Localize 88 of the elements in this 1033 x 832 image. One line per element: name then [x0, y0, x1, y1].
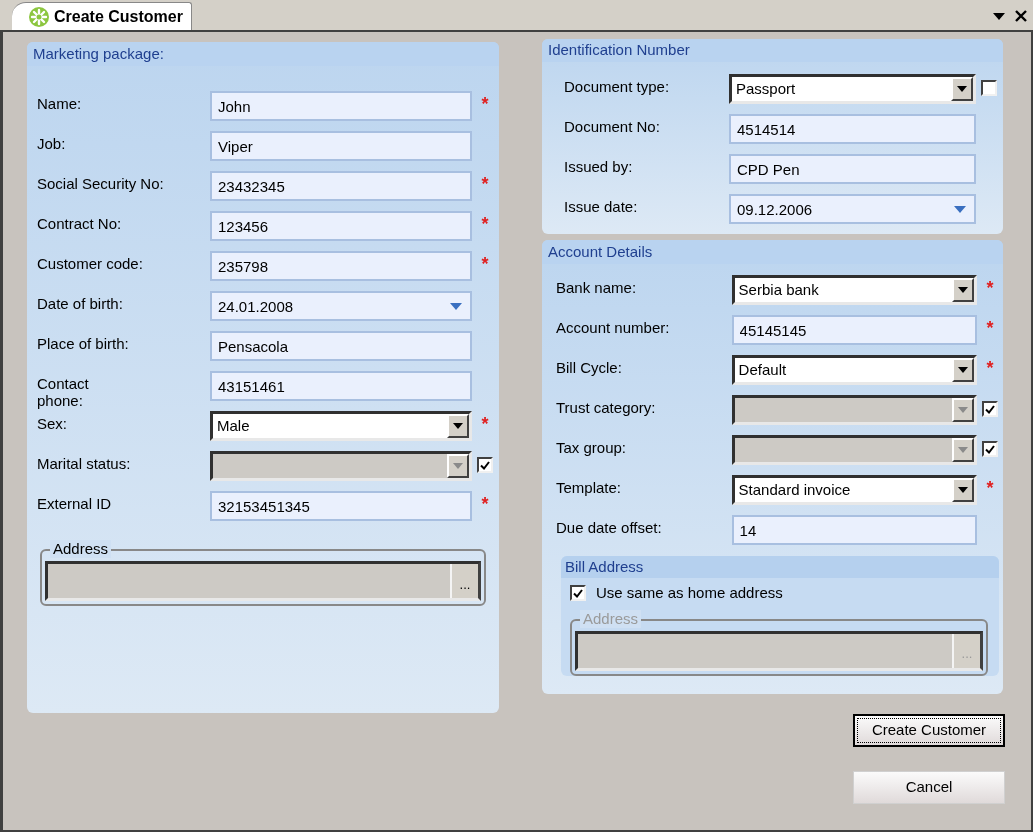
- text-field[interactable]: 43151461: [210, 371, 472, 401]
- checkbox-label: Use same as home address: [596, 583, 783, 603]
- panel-header: Marketing package:: [27, 42, 499, 66]
- caret-down-icon: [958, 287, 969, 293]
- text-field[interactable]: 14: [731, 515, 978, 545]
- required-asterisk: *: [481, 177, 489, 191]
- required-asterisk: *: [986, 321, 994, 335]
- field-label: Document type:: [564, 77, 671, 95]
- group-legend: Address: [50, 540, 112, 558]
- required-asterisk: *: [986, 481, 994, 495]
- field-label: Template:: [556, 478, 623, 496]
- caret-down-icon[interactable]: [450, 303, 462, 310]
- dropdown[interactable]: Passport: [729, 74, 976, 104]
- required-asterisk: *: [481, 97, 489, 111]
- action-button[interactable]: Cancel: [853, 771, 1005, 804]
- field-label: Contract No:: [37, 214, 123, 232]
- field-label: Bill Cycle:: [556, 358, 623, 376]
- caret-down-icon: [958, 367, 969, 373]
- checkbox[interactable]: [981, 80, 997, 96]
- dropdown-arrow-button[interactable]: [447, 414, 469, 438]
- dropdown-arrow-button[interactable]: [951, 77, 973, 101]
- caret-down-icon[interactable]: [954, 206, 966, 213]
- text-field[interactable]: John: [210, 91, 472, 121]
- field-label: Date of birth:: [37, 294, 124, 312]
- action-button[interactable]: Create Customer: [853, 714, 1005, 747]
- text-field[interactable]: 45145145: [731, 315, 978, 345]
- checkbox[interactable]: [570, 585, 586, 602]
- required-asterisk: *: [481, 257, 489, 271]
- flower-logo-icon: [28, 5, 50, 28]
- field-label: External ID: [37, 494, 113, 512]
- caret-down-icon: [957, 86, 967, 92]
- required-asterisk: *: [481, 497, 489, 511]
- field-label: Bank name:: [556, 278, 638, 296]
- dropdown[interactable]: Default: [731, 355, 978, 385]
- field-label: Trust category:: [556, 398, 657, 416]
- group-legend: Address: [580, 609, 642, 628]
- field-label: Contact phone:: [37, 374, 90, 409]
- field-label: Issue date:: [564, 197, 639, 215]
- field-label: Place of birth:: [37, 334, 130, 352]
- field-label: Social Security No:: [37, 174, 165, 192]
- panel-header: Account Details: [542, 240, 1003, 264]
- dropdown[interactable]: Standard invoice: [731, 475, 978, 505]
- dropdown[interactable]: Serbia bank: [731, 275, 978, 305]
- field-label: Marital status:: [37, 454, 132, 472]
- text-field[interactable]: 32153451345: [210, 491, 472, 521]
- window-tab[interactable]: Create Customer: [12, 2, 192, 30]
- text-field[interactable]: Pensacola: [210, 331, 472, 361]
- required-asterisk: *: [481, 417, 489, 431]
- dropdown-arrow-button[interactable]: [952, 278, 975, 302]
- date-field[interactable]: 09.12.2006: [729, 194, 976, 224]
- field-label: Document No:: [564, 117, 661, 135]
- caret-down-icon: [958, 407, 969, 413]
- text-field[interactable]: 235798: [210, 251, 472, 281]
- required-asterisk: *: [986, 281, 994, 295]
- field-label: Issued by:: [564, 157, 634, 175]
- caret-down-icon: [958, 447, 969, 453]
- panel-header: Bill Address: [561, 556, 999, 578]
- checkmark-icon: [480, 460, 490, 470]
- text-field[interactable]: 4514514: [729, 114, 976, 144]
- close-icon[interactable]: [1015, 10, 1027, 22]
- menu-caret-icon[interactable]: [993, 12, 1005, 20]
- browse-button[interactable]: ...: [450, 564, 478, 598]
- required-asterisk: *: [481, 217, 489, 231]
- panel-header: Identification Number: [542, 39, 1003, 62]
- tab-title: Create Customer: [54, 6, 183, 27]
- dropdown[interactable]: Male: [210, 411, 472, 441]
- field-label: Name:: [37, 94, 83, 112]
- dropdown-arrow-button[interactable]: [952, 358, 975, 382]
- text-field[interactable]: CPD Pen: [729, 154, 976, 184]
- text-field[interactable]: 123456: [210, 211, 472, 241]
- address-field[interactable]: ...: [45, 561, 481, 601]
- dropdown-arrow-button[interactable]: [952, 478, 975, 502]
- field-label: Tax group:: [556, 438, 628, 456]
- caret-down-icon: [453, 423, 463, 429]
- text-field[interactable]: Viper: [210, 131, 472, 161]
- checkmark-icon: [985, 444, 996, 454]
- caret-down-icon: [958, 487, 969, 493]
- field-label: Account number:: [556, 318, 671, 336]
- caret-down-icon: [453, 463, 463, 469]
- checkmark-icon: [985, 404, 996, 414]
- field-label: Sex:: [37, 414, 68, 432]
- field-label: Customer code:: [37, 254, 144, 272]
- date-field[interactable]: 24.01.2008: [210, 291, 472, 321]
- required-asterisk: *: [986, 361, 994, 375]
- field-label: Due date offset:: [556, 518, 663, 536]
- checkmark-icon: [573, 588, 583, 598]
- field-label: Job:: [37, 134, 67, 152]
- text-field[interactable]: 23432345: [210, 171, 472, 201]
